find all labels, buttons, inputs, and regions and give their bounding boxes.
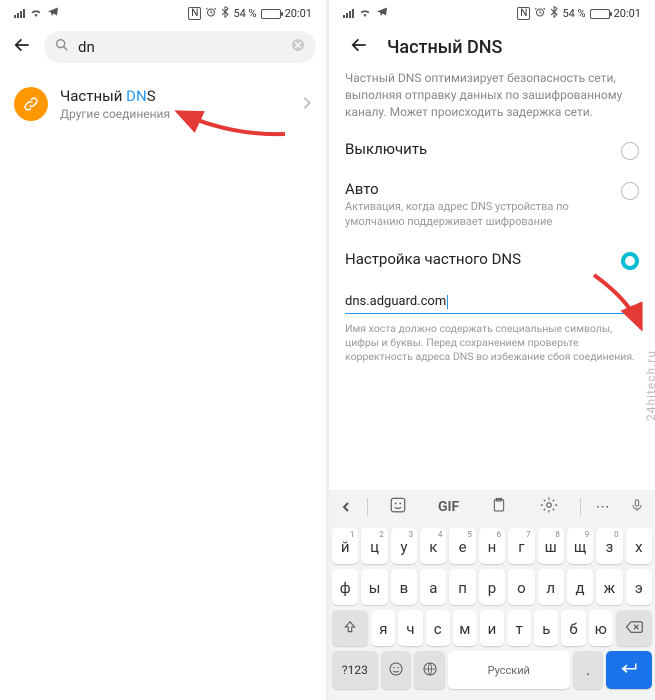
more-icon[interactable]: ⋯ [591,499,615,515]
shift-key[interactable] [332,610,368,646]
clear-icon[interactable] [290,37,306,57]
symbols-key[interactable]: ?123 [332,651,378,689]
letter-key[interactable]: в [391,569,417,605]
clock-time: 20:01 [285,7,312,20]
language-key[interactable] [414,651,445,689]
keyboard: й1ц2у3к4е5н6г7ш8щ9з0х фывапролджэ ячсмит… [329,524,655,700]
page-description: Частный DNS оптимизирует безопасность се… [329,66,655,130]
battery-icon [261,9,281,19]
radio-icon [621,142,639,160]
letter-key[interactable]: е5 [449,528,475,564]
bluetooth-icon [550,6,558,21]
signal-icon [14,9,25,18]
letter-key[interactable]: х [626,528,652,564]
letter-key[interactable]: ф [332,569,358,605]
letter-key[interactable]: ь [534,610,558,646]
letter-key[interactable]: я [371,610,395,646]
back-button[interactable] [345,35,373,60]
radio-selected-icon [621,252,639,270]
dns-hostname-input[interactable]: dns.adguard.com [345,294,639,314]
screenshot-private-dns: N 54 % 20:01 Частный DNS Частный DNS опт… [326,0,655,700]
letter-key[interactable]: п [449,569,475,605]
letter-key[interactable]: т [507,610,531,646]
telegram-icon [47,6,59,21]
letter-key[interactable]: г7 [508,528,534,564]
link-icon [14,87,48,121]
letter-key[interactable]: з0 [596,528,622,564]
battery-percent: 54 % [233,7,256,20]
bluetooth-icon [221,6,229,21]
letter-key[interactable]: а [420,569,446,605]
letter-key[interactable]: о [508,569,534,605]
emoji-key[interactable] [381,651,412,689]
chevron-right-icon [302,95,312,114]
letter-key[interactable]: ш8 [538,528,564,564]
spacebar-key[interactable]: Русский [448,651,570,689]
letter-key[interactable]: э [626,569,652,605]
letter-key[interactable]: ю [589,610,613,646]
search-icon [54,37,70,57]
gif-button[interactable]: GIF [428,499,468,515]
letter-key[interactable]: д [567,569,593,605]
result-subtitle: Другие соединения [60,107,290,121]
clock-time: 20:01 [614,7,641,20]
letter-key[interactable]: н6 [479,528,505,564]
alarm-icon [534,6,546,21]
nfc-icon: N [188,7,201,20]
screenshot-search: N 54 % 20:01 dn [0,0,326,700]
nfc-icon: N [517,7,530,20]
option-off[interactable]: Выключить [329,130,655,170]
wifi-icon [29,7,43,20]
letter-key[interactable]: ж [596,569,622,605]
enter-key[interactable] [606,651,652,689]
sticker-icon[interactable] [378,496,418,518]
search-input[interactable]: dn [44,31,316,63]
option-auto[interactable]: Авто Активация, когда адрес DNS устройст… [329,170,655,240]
letter-key[interactable]: м [453,610,477,646]
clipboard-icon[interactable] [479,496,519,518]
option-custom[interactable]: Настройка частного DNS [329,240,655,280]
battery-icon [590,9,610,19]
letter-key[interactable]: ч [398,610,422,646]
dns-input-hint: Имя хоста должно содержать специальные с… [329,316,655,373]
letter-key[interactable]: ы [361,569,387,605]
back-button[interactable] [8,35,36,60]
alarm-icon [205,6,217,21]
letter-key[interactable]: р [479,569,505,605]
letter-key[interactable]: и [480,610,504,646]
radio-icon [621,182,639,200]
letter-key[interactable]: к4 [420,528,446,564]
wifi-icon [358,7,372,20]
letter-key[interactable]: л [538,569,564,605]
letter-key[interactable]: щ9 [567,528,593,564]
backspace-key[interactable] [616,610,652,646]
letter-key[interactable]: ц2 [361,528,387,564]
letter-key[interactable]: с [426,610,450,646]
page-title: Частный DNS [387,37,502,58]
signal-icon [343,9,354,18]
letter-key[interactable]: б [561,610,585,646]
keyboard-toolbar: GIF ⋯ [329,490,655,524]
search-result-item[interactable]: Частный DNS Другие соединения [0,75,326,133]
mic-icon[interactable] [625,496,649,518]
search-value: dn [78,38,282,56]
telegram-icon [376,6,388,21]
settings-icon[interactable] [529,496,569,518]
period-key[interactable]: . [573,651,604,689]
watermark: 24hitech.ru [644,350,655,421]
letter-key[interactable]: у3 [391,528,417,564]
letter-key[interactable]: й1 [332,528,358,564]
status-bar: N 54 % 20:01 [0,0,326,25]
status-bar: N 54 % 20:01 [329,0,655,25]
battery-percent: 54 % [562,7,585,20]
expand-icon[interactable] [335,498,357,517]
result-title: Частный DNS [60,87,290,105]
